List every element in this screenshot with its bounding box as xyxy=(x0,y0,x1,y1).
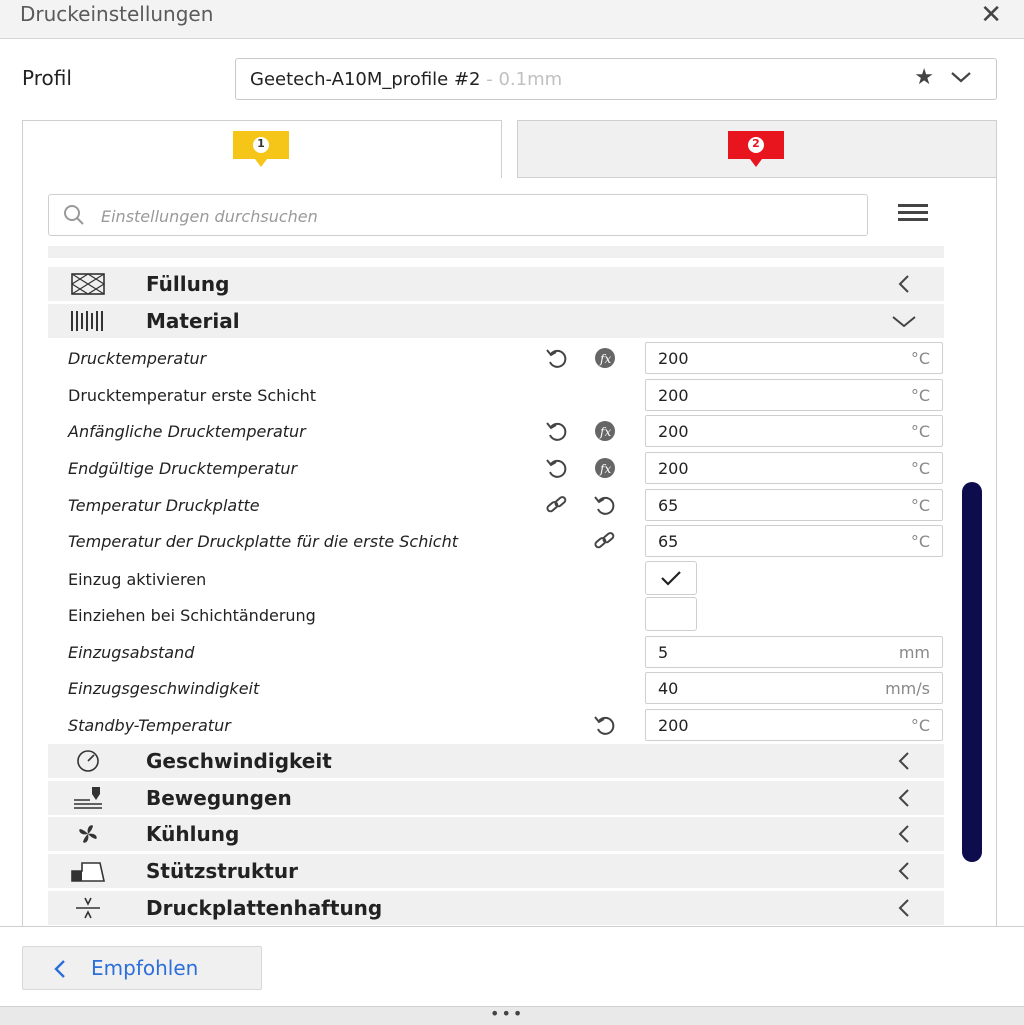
category-label: Druckplattenhaftung xyxy=(146,896,383,920)
tab-extruder-1[interactable]: 1 xyxy=(22,120,502,180)
close-icon[interactable]: ✕ xyxy=(980,0,1002,30)
chevron-left-icon xyxy=(898,862,909,880)
category-label: Füllung xyxy=(146,272,230,296)
setting-label: Einzug aktivieren xyxy=(68,570,207,589)
function-icon[interactable]: fx xyxy=(592,419,618,443)
category-label: Geschwindigkeit xyxy=(146,749,332,773)
category-label: Kühlung xyxy=(146,822,240,846)
category-stuetzstruktur[interactable]: Stützstruktur xyxy=(48,854,944,888)
setting-label: Standby-Temperatur xyxy=(68,716,231,735)
setting-row-temperatur-druckplatte: Temperatur Druckplatte 65 °C xyxy=(48,487,944,523)
settings-menu-button[interactable] xyxy=(898,204,932,226)
category-label: Bewegungen xyxy=(146,786,292,810)
category-geschwindigkeit[interactable]: Geschwindigkeit xyxy=(48,744,944,778)
einzug-checkbox[interactable] xyxy=(645,561,697,595)
chevron-down-icon xyxy=(951,72,971,83)
profile-name: Geetech-A10M_profile #2 xyxy=(250,69,481,90)
recommended-label: Empfohlen xyxy=(91,956,199,980)
setting-label: Anfängliche Drucktemperatur xyxy=(68,422,306,441)
hamburger-icon xyxy=(898,204,928,207)
reset-icon[interactable] xyxy=(544,346,570,370)
category-bewegungen[interactable]: Bewegungen xyxy=(48,781,944,815)
recommended-button[interactable]: Empfohlen xyxy=(22,946,262,990)
tab-extruder-2[interactable]: 2 xyxy=(517,120,997,178)
setting-row-einzug-aktivieren: Einzug aktivieren xyxy=(48,561,944,597)
settings-scrollbar[interactable] xyxy=(962,482,982,862)
partial-category-row xyxy=(48,246,944,258)
setting-row-einzugsabstand: Einzugsabstand 5 mm xyxy=(48,634,944,670)
speedometer-icon xyxy=(77,750,99,772)
profile-subtitle: - 0.1mm xyxy=(480,69,563,90)
category-fuellung[interactable]: Füllung xyxy=(48,267,944,301)
material-icon xyxy=(71,311,103,331)
setting-row-standby-temperatur: Standby-Temperatur 200 °C xyxy=(48,707,944,743)
setting-input[interactable]: 200 °C xyxy=(645,415,943,447)
window-title: Druckeinstellungen xyxy=(20,2,214,26)
link-icon[interactable] xyxy=(592,529,618,553)
chevron-left-icon xyxy=(898,275,909,293)
extruder-1-number: 1 xyxy=(257,137,265,150)
chevron-left-icon xyxy=(54,960,65,978)
setting-input[interactable]: 65 °C xyxy=(645,489,943,521)
reset-icon[interactable] xyxy=(592,713,618,737)
function-icon[interactable]: fx xyxy=(592,346,618,370)
infill-icon xyxy=(70,273,106,295)
setting-label: Einziehen bei Schichtänderung xyxy=(68,606,316,625)
svg-text:fx: fx xyxy=(599,352,611,366)
chevron-down-icon xyxy=(892,316,916,328)
drag-handle-icon[interactable]: ••• xyxy=(490,1004,524,1023)
reset-icon[interactable] xyxy=(544,456,570,480)
category-label: Stützstruktur xyxy=(146,859,298,883)
profile-dropdown[interactable]: Geetech-A10M_profile #2 - 0.1mm ★ xyxy=(235,58,997,100)
setting-input[interactable]: 200 °C xyxy=(645,452,943,484)
adhesion-icon xyxy=(76,897,100,919)
setting-label: Einzugsgeschwindigkeit xyxy=(68,679,260,698)
setting-label: Einzugsabstand xyxy=(68,643,195,662)
svg-text:fx: fx xyxy=(599,425,611,439)
setting-input[interactable]: 40 mm/s xyxy=(645,672,943,704)
chevron-left-icon xyxy=(898,789,909,807)
setting-label: Drucktemperatur erste Schicht xyxy=(68,386,316,405)
setting-input[interactable]: 200 °C xyxy=(645,379,943,411)
setting-input[interactable]: 65 °C xyxy=(645,525,943,557)
setting-label: Temperatur der Druckplatte für die erste… xyxy=(68,532,459,551)
checkmark-icon xyxy=(661,571,681,586)
einziehen-checkbox[interactable] xyxy=(645,597,697,631)
setting-row-endgueltige-drucktemperatur: Endgültige Drucktemperatur fx 200 °C xyxy=(48,450,944,486)
setting-row-drucktemperatur-erste-schicht: Drucktemperatur erste Schicht 200 °C xyxy=(48,377,944,413)
star-icon[interactable]: ★ xyxy=(914,65,934,90)
setting-row-drucktemperatur: Drucktemperatur fx 200 °C xyxy=(48,340,944,376)
travel-icon xyxy=(74,787,102,809)
profile-label: Profil xyxy=(22,66,72,90)
setting-input[interactable]: 5 mm xyxy=(645,636,943,668)
function-icon[interactable]: fx xyxy=(592,456,618,480)
category-kuehlung[interactable]: Kühlung xyxy=(48,817,944,851)
setting-row-einziehen-schichtaenderung: Einziehen bei Schichtänderung xyxy=(48,597,944,633)
reset-icon[interactable] xyxy=(544,419,570,443)
chevron-left-icon xyxy=(898,825,909,843)
setting-label: Drucktemperatur xyxy=(68,349,207,368)
search-placeholder: Einstellungen durchsuchen xyxy=(101,207,318,226)
category-material[interactable]: Material xyxy=(48,304,944,338)
fan-icon xyxy=(79,825,97,843)
setting-label: Endgültige Drucktemperatur xyxy=(68,459,298,478)
setting-input[interactable]: 200 °C xyxy=(645,709,943,741)
support-icon xyxy=(71,862,105,882)
chevron-left-icon xyxy=(898,752,909,770)
setting-row-temperatur-druckplatte-erste-schicht: Temperatur der Druckplatte für die erste… xyxy=(48,523,944,559)
category-druckplattenhaftung[interactable]: Druckplattenhaftung xyxy=(48,891,944,925)
setting-label: Temperatur Druckplatte xyxy=(68,496,260,515)
svg-text:fx: fx xyxy=(599,462,611,476)
extruder-2-number: 2 xyxy=(752,137,760,150)
category-label: Material xyxy=(146,309,240,333)
setting-input[interactable]: 200 °C xyxy=(645,342,943,374)
reset-icon[interactable] xyxy=(592,493,618,517)
link-icon[interactable] xyxy=(544,493,570,517)
title-bar: Druckeinstellungen ✕ xyxy=(0,0,1024,39)
chevron-left-icon xyxy=(898,899,909,917)
search-icon xyxy=(64,205,84,225)
setting-row-einzugsgeschwindigkeit: Einzugsgeschwindigkeit 40 mm/s xyxy=(48,670,944,706)
search-input[interactable]: Einstellungen durchsuchen xyxy=(48,194,868,236)
setting-row-anfaengliche-drucktemperatur: Anfängliche Drucktemperatur fx 200 °C xyxy=(48,413,944,449)
